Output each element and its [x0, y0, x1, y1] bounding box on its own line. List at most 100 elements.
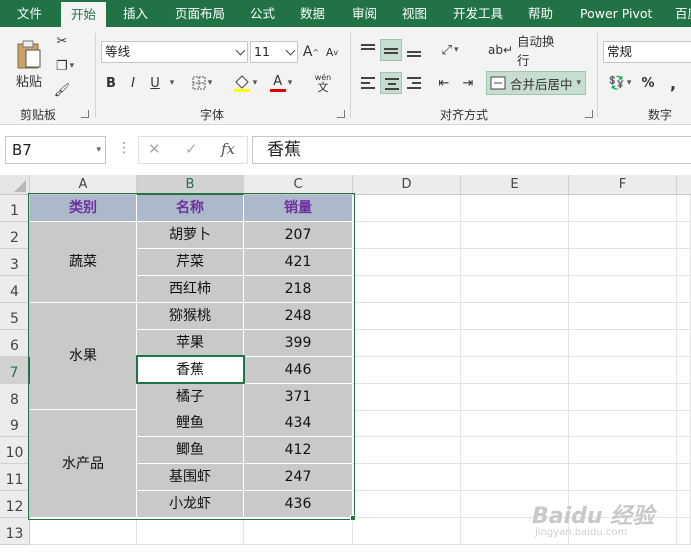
column-header-g[interactable]: [677, 175, 691, 195]
font-color-button[interactable]: A ▾: [266, 72, 296, 94]
grid-cell[interactable]: [353, 357, 461, 384]
grid-cell[interactable]: [569, 249, 677, 276]
grid-cell[interactable]: [353, 437, 461, 464]
grid-cell[interactable]: [461, 437, 569, 464]
grid-cell[interactable]: [569, 437, 677, 464]
format-painter-icon[interactable]: 🖌: [54, 82, 71, 98]
grid-cell[interactable]: [677, 437, 691, 464]
enter-icon[interactable]: ✓: [185, 140, 198, 158]
underline-button[interactable]: U: [147, 72, 163, 94]
borders-button[interactable]: ▾: [189, 72, 215, 94]
category-cell[interactable]: 蔬菜: [30, 222, 137, 303]
shrink-font-button[interactable]: Av: [324, 41, 340, 63]
grid-cell[interactable]: [461, 249, 569, 276]
row-header[interactable]: 6: [0, 330, 30, 357]
grid-cell[interactable]: [677, 303, 691, 330]
sales-cell[interactable]: 446: [244, 357, 353, 384]
orientation-button[interactable]: ⤢ ▾: [436, 39, 464, 61]
sales-cell[interactable]: 436: [244, 491, 353, 518]
grid-cell[interactable]: [461, 410, 569, 437]
grid-cell[interactable]: [137, 518, 244, 545]
row-header[interactable]: 13: [0, 518, 30, 545]
name-cell[interactable]: 香蕉: [137, 357, 244, 384]
more-options-icon[interactable]: ⋮: [117, 140, 131, 156]
row-header[interactable]: 12: [0, 491, 30, 518]
grid-cell[interactable]: [677, 384, 691, 411]
grid-cell[interactable]: [353, 491, 461, 518]
row-header[interactable]: 11: [0, 464, 30, 491]
grid-cell[interactable]: [677, 357, 691, 384]
font-launcher-icon[interactable]: [337, 110, 345, 118]
clipboard-launcher-icon[interactable]: [81, 110, 89, 118]
column-header-c[interactable]: C: [244, 175, 353, 195]
increase-indent-button[interactable]: ⇥: [458, 72, 478, 94]
sales-cell[interactable]: 207: [244, 222, 353, 249]
sales-cell[interactable]: 434: [244, 410, 353, 437]
grid-cell[interactable]: [677, 491, 691, 518]
grid-cell[interactable]: [677, 410, 691, 437]
column-header-e[interactable]: E: [461, 175, 569, 195]
sales-cell[interactable]: 218: [244, 276, 353, 303]
header-cell-category[interactable]: 类别: [30, 195, 137, 222]
grid-cell[interactable]: [677, 464, 691, 491]
align-top-button[interactable]: [358, 39, 378, 61]
grid-cell[interactable]: [461, 330, 569, 357]
grid-cell[interactable]: [353, 222, 461, 249]
tab-page-layout[interactable]: 页面布局: [175, 0, 225, 27]
name-cell[interactable]: 苹果: [137, 330, 244, 357]
column-header-f[interactable]: F: [569, 175, 677, 195]
name-box-dropdown-icon[interactable]: ▾: [96, 137, 101, 163]
underline-dropdown-icon[interactable]: ▾: [165, 72, 177, 94]
header-cell-sales[interactable]: 销量: [244, 195, 353, 222]
paste-button[interactable]: 粘贴: [10, 33, 48, 95]
row-header[interactable]: 8: [0, 384, 30, 411]
row-header[interactable]: 4: [0, 276, 30, 303]
row-header[interactable]: 3: [0, 249, 30, 276]
name-cell[interactable]: 基围虾: [137, 464, 244, 491]
grid-cell[interactable]: [353, 410, 461, 437]
row-header[interactable]: 7: [0, 357, 30, 384]
name-cell[interactable]: 西红柿: [137, 276, 244, 303]
grid-cell[interactable]: [353, 195, 461, 222]
grid-cell[interactable]: [353, 518, 461, 545]
font-name-select[interactable]: 等线: [101, 41, 248, 63]
grid-cell[interactable]: [461, 464, 569, 491]
select-all-corner[interactable]: [0, 175, 30, 195]
grid-cell[interactable]: [461, 222, 569, 249]
grid-cell[interactable]: [569, 303, 677, 330]
comma-button[interactable]: ,: [665, 72, 681, 94]
tab-file[interactable]: 文件: [17, 0, 42, 27]
sales-cell[interactable]: 371: [244, 384, 353, 411]
tab-power-pivot[interactable]: Power Pivot: [580, 0, 652, 27]
insert-function-icon[interactable]: fx: [221, 140, 235, 158]
accounting-format-button[interactable]: 💱 ▾: [606, 72, 634, 94]
copy-icon[interactable]: ❐ ▾: [54, 58, 76, 74]
grid-cell[interactable]: [30, 518, 137, 545]
font-size-select[interactable]: 11: [250, 41, 298, 63]
italic-button[interactable]: I: [125, 72, 141, 94]
sales-cell[interactable]: 412: [244, 437, 353, 464]
merge-center-button[interactable]: 合并后居中 ▾: [486, 71, 586, 95]
grid-cell[interactable]: [677, 195, 691, 222]
grid-cell[interactable]: [461, 384, 569, 411]
tab-insert[interactable]: 插入: [123, 0, 148, 27]
name-box[interactable]: B7 ▾: [5, 136, 106, 164]
column-header-a[interactable]: A: [30, 175, 137, 195]
number-format-select[interactable]: 常规: [603, 41, 691, 63]
grid-cell[interactable]: [677, 249, 691, 276]
bold-button[interactable]: B: [103, 72, 119, 94]
align-bottom-button[interactable]: [404, 39, 424, 61]
name-cell[interactable]: 鲤鱼: [137, 410, 244, 437]
grid-cell[interactable]: [569, 222, 677, 249]
grid-cell[interactable]: [244, 518, 353, 545]
row-header[interactable]: 2: [0, 222, 30, 249]
grid-cell[interactable]: [569, 357, 677, 384]
grid-cell[interactable]: [461, 276, 569, 303]
grid-cell[interactable]: [569, 464, 677, 491]
name-cell[interactable]: 胡萝卜: [137, 222, 244, 249]
cut-icon[interactable]: ✂: [54, 33, 70, 49]
tab-baidu[interactable]: 百度: [675, 0, 691, 27]
tab-data[interactable]: 数据: [300, 0, 325, 27]
alignment-launcher-icon[interactable]: [585, 110, 593, 118]
percent-button[interactable]: %: [640, 72, 656, 94]
